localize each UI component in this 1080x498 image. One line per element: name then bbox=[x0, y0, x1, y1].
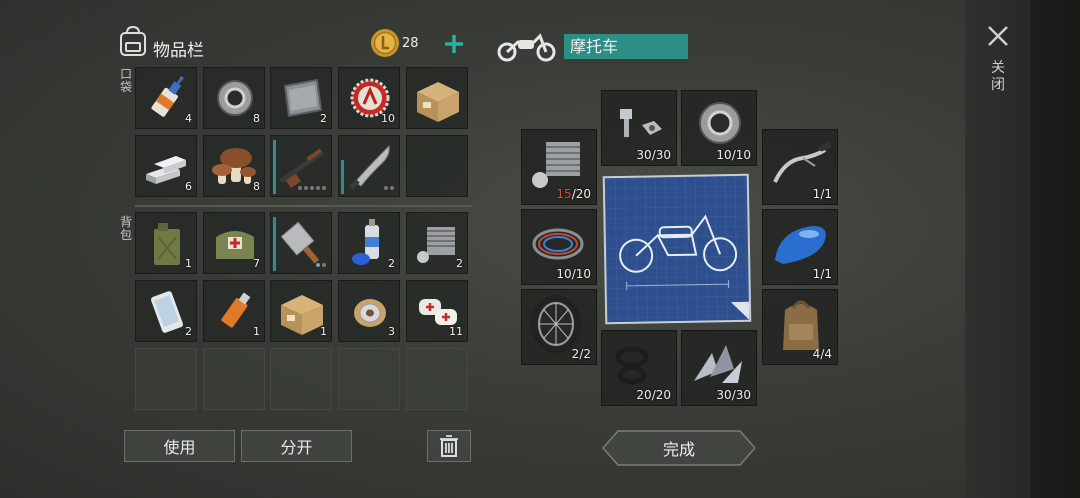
craft-slot-backpack[interactable]: 4/4 bbox=[762, 289, 838, 365]
requirement-count: 1/1 bbox=[812, 267, 832, 281]
item-count: 2 bbox=[185, 325, 192, 338]
craft-slot-bolt-nut[interactable]: 30/30 bbox=[601, 90, 677, 166]
backpack-slot-wire-spool[interactable]: 3 bbox=[338, 280, 400, 342]
pocket-slot-bottle-cap[interactable]: 10 bbox=[338, 67, 400, 129]
item-count: 4 bbox=[185, 112, 192, 125]
backpack-slot-empty[interactable] bbox=[270, 348, 332, 410]
close-label[interactable]: 关闭 bbox=[990, 60, 1006, 94]
requirement-count: 1/1 bbox=[812, 187, 832, 201]
backpack-icon bbox=[120, 25, 146, 56]
rank-dots bbox=[298, 186, 326, 190]
backpack-slot-empty[interactable] bbox=[135, 348, 197, 410]
item-count: 1 bbox=[253, 325, 260, 338]
item-count: 7 bbox=[253, 257, 260, 270]
item-count: 3 bbox=[388, 325, 395, 338]
recipe-title: 摩托车 bbox=[564, 34, 688, 59]
craft-slot-wheel[interactable]: 2/2 bbox=[521, 289, 597, 365]
coin-icon bbox=[371, 29, 399, 57]
craft-slot-bearing[interactable]: 10/10 bbox=[681, 90, 757, 166]
item-count: 6 bbox=[185, 180, 192, 193]
craft-slot-fuel-tank[interactable]: 1/1 bbox=[762, 209, 838, 285]
rank-dots bbox=[384, 186, 394, 190]
craft-slot-handlebar[interactable]: 1/1 bbox=[762, 129, 838, 205]
craft-slot-engine-cylinder[interactable]: 15/20 bbox=[521, 129, 597, 205]
craft-slot-rubber-seals[interactable]: 20/20 bbox=[601, 330, 677, 406]
item-count: 1 bbox=[185, 257, 192, 270]
section-divider bbox=[135, 205, 472, 207]
requirement-count: 15/20 bbox=[556, 187, 591, 201]
requirement-count: 10/10 bbox=[556, 267, 591, 281]
requirement-count: 2/2 bbox=[571, 347, 591, 361]
backpack-label: 背包 bbox=[119, 215, 132, 242]
backpack-slot-cleaver[interactable] bbox=[270, 212, 332, 274]
item-count: 8 bbox=[253, 180, 260, 193]
backpack-slot-empty[interactable] bbox=[203, 348, 265, 410]
item-count: 11 bbox=[449, 325, 463, 338]
inventory-title: 物品栏 bbox=[153, 41, 204, 61]
pocket-slot-bearing[interactable]: 8 bbox=[203, 67, 265, 129]
pocket-slot-assault-rifle[interactable] bbox=[270, 135, 332, 197]
pocket-label: 口袋 bbox=[119, 67, 132, 94]
pocket-slot-silver-bars[interactable]: 6 bbox=[135, 135, 197, 197]
coin-count: 28 bbox=[402, 36, 419, 51]
item-count: 1 bbox=[320, 325, 327, 338]
backpack-slot-usb-drive[interactable]: 1 bbox=[203, 280, 265, 342]
backpack-slot-cardboard-box[interactable]: 1 bbox=[270, 280, 332, 342]
requirement-count: 30/30 bbox=[716, 388, 751, 402]
pocket-slot-machete[interactable] bbox=[338, 135, 400, 197]
pocket-slot-empty[interactable] bbox=[406, 135, 468, 197]
requirement-count: 20/20 bbox=[636, 388, 671, 402]
backpack-slot-jerrycan[interactable]: 1 bbox=[135, 212, 197, 274]
cardboard-box-icon bbox=[417, 82, 459, 122]
motorcycle-icon bbox=[497, 33, 556, 62]
trash-icon bbox=[440, 435, 458, 457]
item-count: 2 bbox=[456, 257, 463, 270]
item-count: 10 bbox=[381, 112, 395, 125]
item-count: 8 bbox=[253, 112, 260, 125]
item-count: 2 bbox=[388, 257, 395, 270]
backpack-slot-bandages[interactable]: 11 bbox=[406, 280, 468, 342]
add-coins-icon[interactable] bbox=[443, 33, 465, 55]
blueprint-motorcycle-icon bbox=[604, 175, 750, 323]
requirement-count: 10/10 bbox=[716, 148, 751, 162]
rank-dots bbox=[316, 263, 326, 267]
side-shadow bbox=[1030, 0, 1080, 498]
pocket-slot-glue[interactable]: 4 bbox=[135, 67, 197, 129]
trash-button[interactable] bbox=[427, 430, 471, 462]
craft-slot-metal-shards[interactable]: 30/30 bbox=[681, 330, 757, 406]
requirement-count: 4/4 bbox=[812, 347, 832, 361]
pocket-slot-mushrooms[interactable]: 8 bbox=[203, 135, 265, 197]
pocket-slot-cardboard-box[interactable] bbox=[406, 67, 468, 129]
backpack-slot-engine-cylinder[interactable]: 2 bbox=[406, 212, 468, 274]
craft-slot-wires[interactable]: 10/10 bbox=[521, 209, 597, 285]
pocket-slot-metal-plate[interactable]: 2 bbox=[270, 67, 332, 129]
close-icon[interactable] bbox=[986, 24, 1010, 48]
backpack-slot-empty[interactable] bbox=[406, 348, 468, 410]
use-button[interactable]: 使用 bbox=[124, 430, 235, 462]
backpack-slot-medical-bag[interactable]: 7 bbox=[203, 212, 265, 274]
backpack-slot-empty[interactable] bbox=[338, 348, 400, 410]
split-button[interactable]: 分开 bbox=[241, 430, 352, 462]
backpack-slot-smartphone[interactable]: 2 bbox=[135, 280, 197, 342]
item-count: 2 bbox=[320, 112, 327, 125]
backpack-slot-spray-paint[interactable]: 2 bbox=[338, 212, 400, 274]
complete-button[interactable]: 完成 bbox=[602, 430, 756, 466]
blueprint-panel bbox=[602, 173, 752, 325]
requirement-count: 30/30 bbox=[636, 148, 671, 162]
